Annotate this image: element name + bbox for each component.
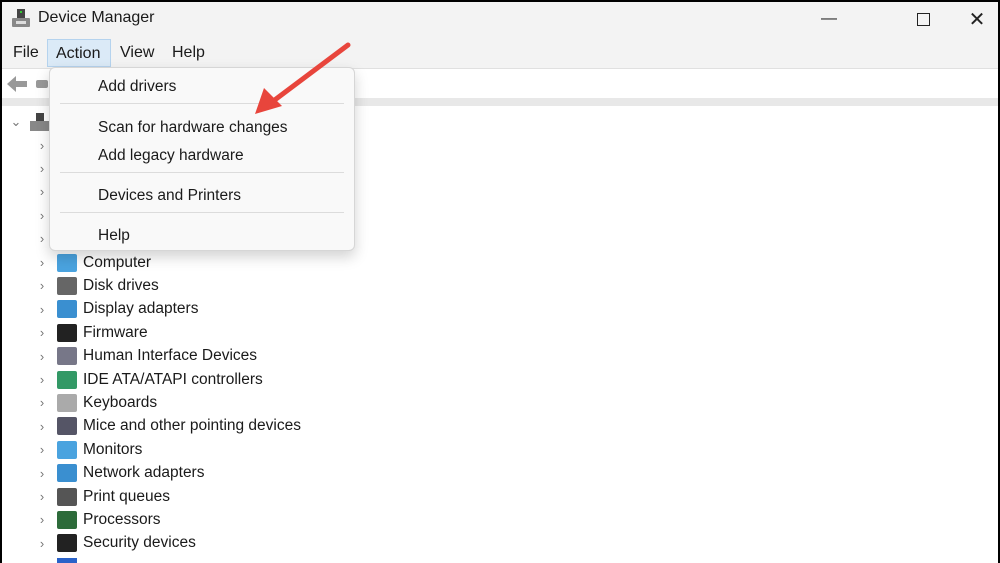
mouse-icon bbox=[57, 417, 77, 436]
chevron-right-icon[interactable]: › bbox=[36, 278, 48, 293]
disk-drive-icon bbox=[57, 276, 77, 295]
tree-item-label: Network adapters bbox=[83, 464, 205, 482]
back-arrow-icon[interactable] bbox=[6, 75, 28, 93]
hid-icon bbox=[57, 347, 77, 366]
chevron-right-icon[interactable]: › bbox=[36, 208, 48, 223]
tree-item-label: Processors bbox=[83, 510, 161, 528]
tree-item-label: Human Interface Devices bbox=[83, 347, 258, 365]
monitor-icon bbox=[57, 440, 77, 459]
tree-item-label: Display adapters bbox=[83, 300, 199, 318]
display-adapter-icon bbox=[57, 300, 77, 319]
software-component-icon bbox=[57, 557, 77, 563]
chevron-down-icon[interactable]: ⌄ bbox=[10, 114, 22, 130]
menu-help[interactable]: Help bbox=[164, 39, 213, 67]
firmware-icon bbox=[57, 323, 77, 342]
chevron-right-icon[interactable]: › bbox=[36, 372, 48, 387]
device-manager-window: Device Manager — ✕ File Action View Help… bbox=[2, 2, 998, 563]
tree-item-label: Monitors bbox=[83, 440, 143, 458]
menu-action[interactable]: Action bbox=[47, 39, 111, 67]
tree-item-label: Print queues bbox=[83, 487, 171, 505]
chevron-right-icon[interactable]: › bbox=[36, 512, 48, 527]
menu-separator bbox=[60, 212, 344, 213]
chevron-right-icon[interactable]: › bbox=[36, 325, 48, 340]
keyboard-icon bbox=[57, 393, 77, 412]
chevron-right-icon[interactable]: › bbox=[36, 255, 48, 270]
tree-item-label: Security devices bbox=[83, 534, 196, 552]
menu-file[interactable]: File bbox=[5, 39, 47, 67]
maximize-button[interactable] bbox=[900, 2, 946, 36]
chevron-right-icon[interactable]: › bbox=[36, 442, 48, 457]
chevron-right-icon[interactable]: › bbox=[36, 419, 48, 434]
menu-item-add-legacy-hardware[interactable]: Add legacy hardware bbox=[98, 147, 244, 165]
chevron-right-icon[interactable]: › bbox=[36, 395, 48, 410]
title-bar: Device Manager — ✕ bbox=[2, 2, 998, 38]
chevron-right-icon[interactable]: › bbox=[36, 489, 48, 504]
device-manager-icon bbox=[12, 9, 30, 27]
tree-item-label: Keyboards bbox=[83, 393, 158, 411]
chevron-right-icon[interactable]: › bbox=[36, 184, 48, 199]
close-button[interactable]: ✕ bbox=[954, 2, 998, 36]
menu-view[interactable]: View bbox=[112, 39, 162, 67]
chevron-right-icon[interactable]: › bbox=[36, 466, 48, 481]
menu-item-devices-printers[interactable]: Devices and Printers bbox=[98, 187, 241, 205]
forward-arrow-icon[interactable] bbox=[36, 80, 48, 88]
tree-item-label: Disk drives bbox=[83, 276, 159, 294]
tree-item-label: IDE ATA/ATAPI controllers bbox=[83, 370, 263, 388]
menu-item-add-drivers[interactable]: Add drivers bbox=[98, 78, 176, 96]
chevron-right-icon[interactable]: › bbox=[36, 536, 48, 551]
security-device-icon bbox=[57, 534, 77, 553]
minimize-button[interactable]: — bbox=[806, 2, 852, 36]
chevron-right-icon[interactable]: › bbox=[36, 349, 48, 364]
printer-icon bbox=[57, 487, 77, 506]
chevron-right-icon[interactable]: › bbox=[36, 302, 48, 317]
chevron-right-icon[interactable]: › bbox=[36, 161, 48, 176]
menu-item-help[interactable]: Help bbox=[98, 227, 130, 245]
ide-controller-icon bbox=[57, 370, 77, 389]
chevron-right-icon[interactable]: › bbox=[36, 231, 48, 246]
tree-item-label: Firmware bbox=[83, 323, 148, 341]
chevron-right-icon[interactable]: › bbox=[36, 559, 48, 563]
menu-separator bbox=[60, 172, 344, 173]
annotation-arrow-icon bbox=[255, 42, 351, 114]
computer-root-icon bbox=[30, 112, 50, 131]
tree-item-label: Mice and other pointing devices bbox=[83, 417, 301, 435]
maximize-icon bbox=[916, 12, 930, 26]
chevron-right-icon[interactable]: › bbox=[36, 138, 48, 153]
tree-item-label: Computer bbox=[83, 253, 152, 271]
network-adapter-icon bbox=[57, 464, 77, 483]
computer-icon bbox=[57, 253, 77, 272]
processor-icon bbox=[57, 510, 77, 529]
menu-bar: File Action View Help bbox=[2, 37, 998, 69]
window-title: Device Manager bbox=[38, 9, 155, 26]
